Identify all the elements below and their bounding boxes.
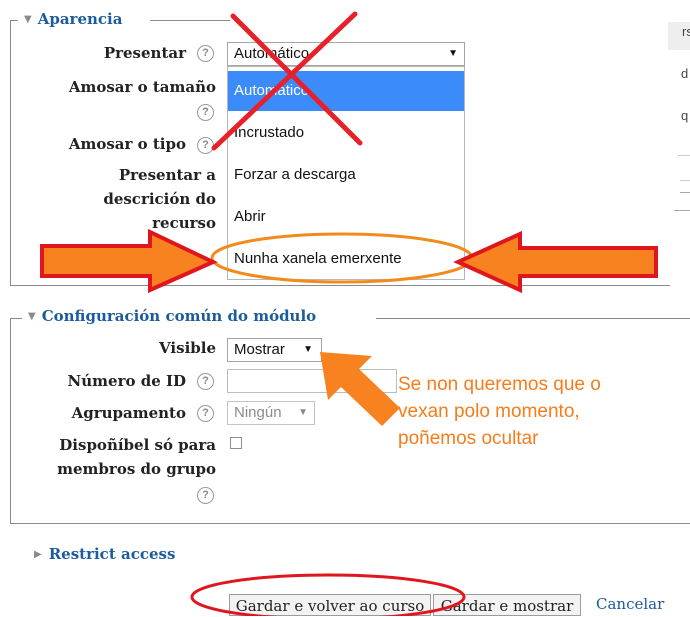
group-members-label-line2: membros do grupo [57,460,216,478]
chevron-right-icon: ▶ [34,549,42,560]
appearance-fieldset-bottom [10,285,670,286]
appearance-fieldset-top-right [150,20,230,21]
restrict-access-toggle[interactable]: ▶ Restrict access [34,545,175,563]
arrow-right-icon [40,228,218,294]
visible-select[interactable]: Mostrar ▼ [227,338,322,362]
presentar-dropdown-list: Automático Incrustado Forzar a descarga … [227,66,465,280]
caret-down-icon: ▼ [298,407,308,418]
annotation-line1: Se non queremos que o [398,374,601,395]
visible-select-value: Mostrar [234,341,285,358]
right-edge-snippet: rs [682,24,690,39]
annotation-line2: vexan polo momento, [398,401,580,422]
group-members-label-line1: Dispoñíbel só para [59,436,216,454]
appearance-fieldset-left [10,20,11,286]
caret-down-icon: ▼ [448,48,458,59]
presentar-descricion-label-line1: Presentar a [118,166,216,184]
arrow-left-icon [453,230,658,294]
grouping-select-value: Ningún [234,404,282,421]
help-icon[interactable]: ? [197,373,214,390]
common-fieldset-top-right [376,318,690,319]
common-legend-label: Configuración común do módulo [41,307,317,325]
presentar-descricion-label-line3: recurso [152,214,216,232]
right-edge-clipped-panel: rs d q [668,0,690,230]
dropdown-option[interactable]: Incrustado [228,113,464,153]
annotation-line3: poñemos ocultar [398,428,539,449]
amosar-tipo-label: Amosar o tipo [68,135,186,153]
dropdown-option[interactable]: Nunha xanela emerxente [228,239,464,279]
save-and-display-button[interactable]: Gardar e mostrar [433,594,581,616]
dropdown-option[interactable]: Forzar a descarga [228,155,464,195]
help-icon[interactable]: ? [197,405,214,422]
chevron-down-icon: ▼ [24,14,32,25]
cancel-link[interactable]: Cancelar [596,595,664,613]
presentar-label: Presentar [103,44,186,62]
id-number-input[interactable] [227,369,397,393]
common-legend[interactable]: ▼ Configuración común do módulo [26,307,321,325]
restrict-access-label: Restrict access [48,545,176,563]
id-number-label: Número de ID [67,372,186,390]
appearance-fieldset-top [10,20,18,21]
caret-down-icon: ▼ [303,344,313,355]
visible-label: Visible [159,339,216,357]
right-edge-snippet: d [681,66,689,81]
amosar-tamano-label: Amosar o tamaño [68,78,216,96]
presentar-select[interactable]: Automático ▼ [227,42,465,66]
common-fieldset-top [10,318,22,319]
right-edge-snippet: q [681,108,689,123]
appearance-legend[interactable]: ▼ Aparencia [22,10,127,28]
chevron-down-icon: ▼ [28,311,36,322]
help-icon[interactable]: ? [197,104,214,121]
presentar-descricion-label-line2: descrición do [103,190,216,208]
grouping-label: Agrupamento [71,404,186,422]
dropdown-option[interactable]: Abrir [228,197,464,237]
appearance-legend-label: Aparencia [37,10,123,28]
grouping-select[interactable]: Ningún ▼ [227,401,315,425]
help-icon[interactable]: ? [197,137,214,154]
dropdown-option[interactable]: Automático [228,71,464,111]
presentar-select-value: Automático [234,45,310,62]
help-icon[interactable]: ? [197,487,214,504]
save-and-return-button[interactable]: Gardar e volver ao curso [229,594,431,616]
common-fieldset-bottom [10,523,690,524]
common-fieldset-left [10,318,11,524]
help-icon[interactable]: ? [197,45,214,62]
group-members-checkbox[interactable] [230,437,242,449]
